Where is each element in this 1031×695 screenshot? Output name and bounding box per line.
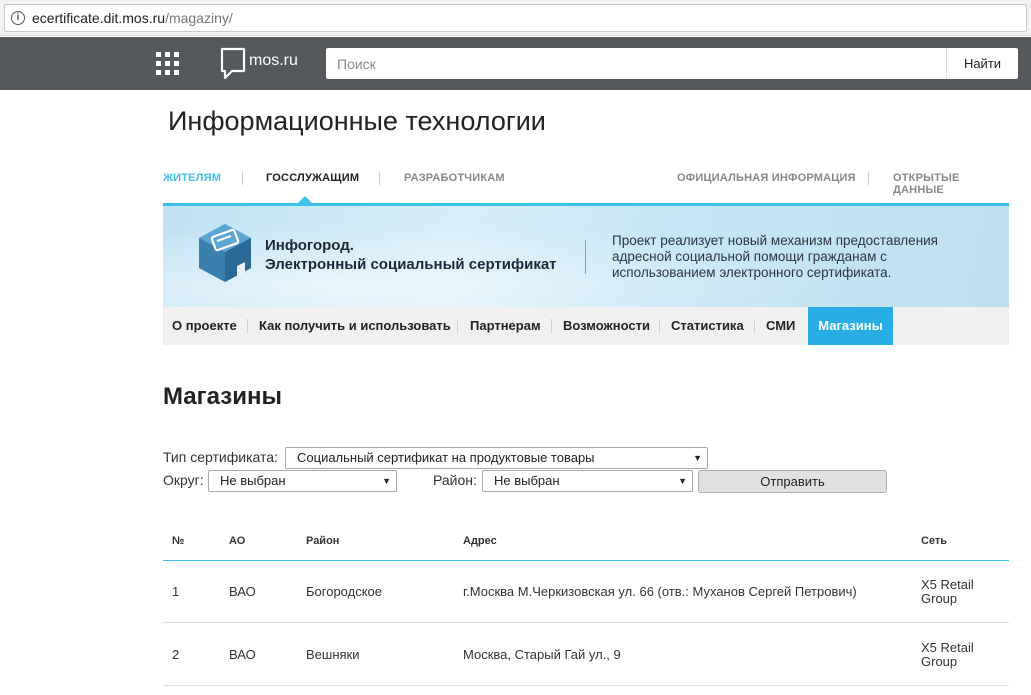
- district-select[interactable]: Не выбран ▼: [208, 470, 397, 492]
- cell-num: 2: [172, 647, 180, 662]
- dropdown-arrow-icon: ▼: [678, 476, 687, 486]
- subnav-separator: [551, 319, 552, 333]
- topnav-item-open-data[interactable]: ОТКРЫТЫЕ ДАННЫЕ: [893, 172, 1009, 196]
- banner-title: Инфогород. Электронный социальный сертиф…: [265, 236, 557, 274]
- cell-num: 1: [172, 584, 180, 599]
- subnav-separator: [659, 319, 660, 333]
- district-value: Не выбран: [220, 473, 286, 488]
- submit-button[interactable]: Отправить: [698, 470, 887, 493]
- area-value: Не выбран: [494, 473, 560, 488]
- subnav-item-statistics[interactable]: Статистика: [671, 307, 744, 345]
- area-label: Район:: [433, 472, 477, 488]
- cell-network: X5 Retail Group: [921, 578, 974, 606]
- site-title: Информационные технологии: [168, 106, 546, 136]
- search-input[interactable]: [326, 48, 946, 79]
- active-nav-indicator: [298, 196, 312, 203]
- cell-network-line1: X5 Retail: [921, 640, 974, 655]
- apps-grid-icon[interactable]: [156, 52, 179, 75]
- area-select[interactable]: Не выбран ▼: [482, 470, 693, 492]
- topnav-item-residents[interactable]: ЖИТЕЛЯМ: [163, 172, 221, 184]
- subnav-separator: [754, 319, 755, 333]
- url-field[interactable]: i ecertificate.dit.mos.ru/magaziny/: [4, 4, 1027, 32]
- subnav-item-media[interactable]: СМИ: [766, 307, 795, 345]
- dropdown-arrow-icon: ▼: [382, 476, 391, 486]
- table-row: 2 ВАО Вешняки Москва, Старый Гай ул., 9 …: [163, 624, 1009, 686]
- subnav-item-about[interactable]: О проекте: [172, 307, 237, 345]
- browser-address-bar: i ecertificate.dit.mos.ru/magaziny/: [0, 0, 1031, 36]
- banner-title-line2: Электронный социальный сертификат: [265, 256, 557, 273]
- cell-address: Москва, Старый Гай ул., 9: [463, 647, 621, 662]
- logo-text: mos.ru: [249, 52, 298, 69]
- mos-header: mos.ru Найти: [0, 37, 1031, 90]
- topnav-item-civil-servants[interactable]: ГОССЛУЖАЩИМ: [266, 172, 359, 184]
- cell-network-line2: Group: [921, 654, 958, 669]
- col-header-network: Сеть: [921, 535, 948, 547]
- url-domain: ecertificate.dit.mos.ru: [32, 10, 166, 26]
- col-header-area: Район: [306, 535, 340, 547]
- dropdown-arrow-icon: ▼: [693, 453, 702, 463]
- cell-ao: ВАО: [229, 584, 256, 599]
- speech-bubble-icon: [220, 47, 246, 80]
- cert-type-value: Социальный сертификат на продуктовые тов…: [297, 450, 595, 465]
- top-nav: ЖИТЕЛЯМ ГОССЛУЖАЩИМ РАЗРАБОТЧИКАМ ОФИЦИА…: [163, 165, 1009, 205]
- project-banner: Инфогород. Электронный социальный сертиф…: [163, 206, 1009, 307]
- certificate-cube-icon: [199, 224, 251, 282]
- url-path: /magaziny/: [165, 10, 233, 26]
- subnav-item-partners[interactable]: Партнерам: [470, 307, 541, 345]
- col-header-address: Адрес: [463, 535, 497, 547]
- subnav-separator: [457, 319, 458, 333]
- topnav-separator: [379, 172, 380, 185]
- topnav-item-developers[interactable]: РАЗРАБОТЧИКАМ: [404, 172, 505, 184]
- cell-area: Богородское: [306, 584, 383, 599]
- url-text: ecertificate.dit.mos.ru/magaziny/: [32, 10, 233, 26]
- search-button[interactable]: Найти: [946, 48, 1018, 79]
- subnav-item-shops[interactable]: Магазины: [808, 307, 893, 345]
- section-nav: О проекте Как получить и использовать Па…: [163, 307, 1009, 345]
- banner-description: Проект реализует новый механизм предоста…: [612, 233, 938, 280]
- cell-network: X5 Retail Group: [921, 641, 974, 669]
- cell-area: Вешняки: [306, 647, 360, 662]
- subnav-separator: [247, 319, 248, 333]
- subnav-item-features[interactable]: Возможности: [563, 307, 650, 345]
- page-title: Магазины: [163, 383, 282, 410]
- cert-type-select[interactable]: Социальный сертификат на продуктовые тов…: [285, 447, 708, 469]
- table-row: 1 ВАО Богородское г.Москва М.Черкизовска…: [163, 561, 1009, 623]
- cell-network-line1: X5 Retail: [921, 577, 974, 592]
- col-header-ao: АО: [229, 535, 246, 547]
- cert-type-label: Тип сертификата:: [163, 449, 278, 465]
- col-header-num: №: [172, 535, 185, 547]
- cell-address: г.Москва М.Черкизовская ул. 66 (отв.: Му…: [463, 584, 857, 599]
- banner-title-line1: Инфогород.: [265, 237, 354, 254]
- cell-ao: ВАО: [229, 647, 256, 662]
- topnav-separator: [868, 172, 869, 185]
- district-label: Округ:: [163, 472, 204, 488]
- cell-network-line2: Group: [921, 591, 958, 606]
- info-icon[interactable]: i: [11, 11, 25, 25]
- topnav-item-official-info[interactable]: ОФИЦИАЛЬНАЯ ИНФОРМАЦИЯ: [677, 172, 856, 184]
- subnav-item-how-to-get[interactable]: Как получить и использовать: [259, 307, 451, 345]
- topnav-separator: [242, 172, 243, 185]
- banner-divider: [585, 240, 586, 274]
- mos-logo[interactable]: mos.ru: [220, 47, 310, 81]
